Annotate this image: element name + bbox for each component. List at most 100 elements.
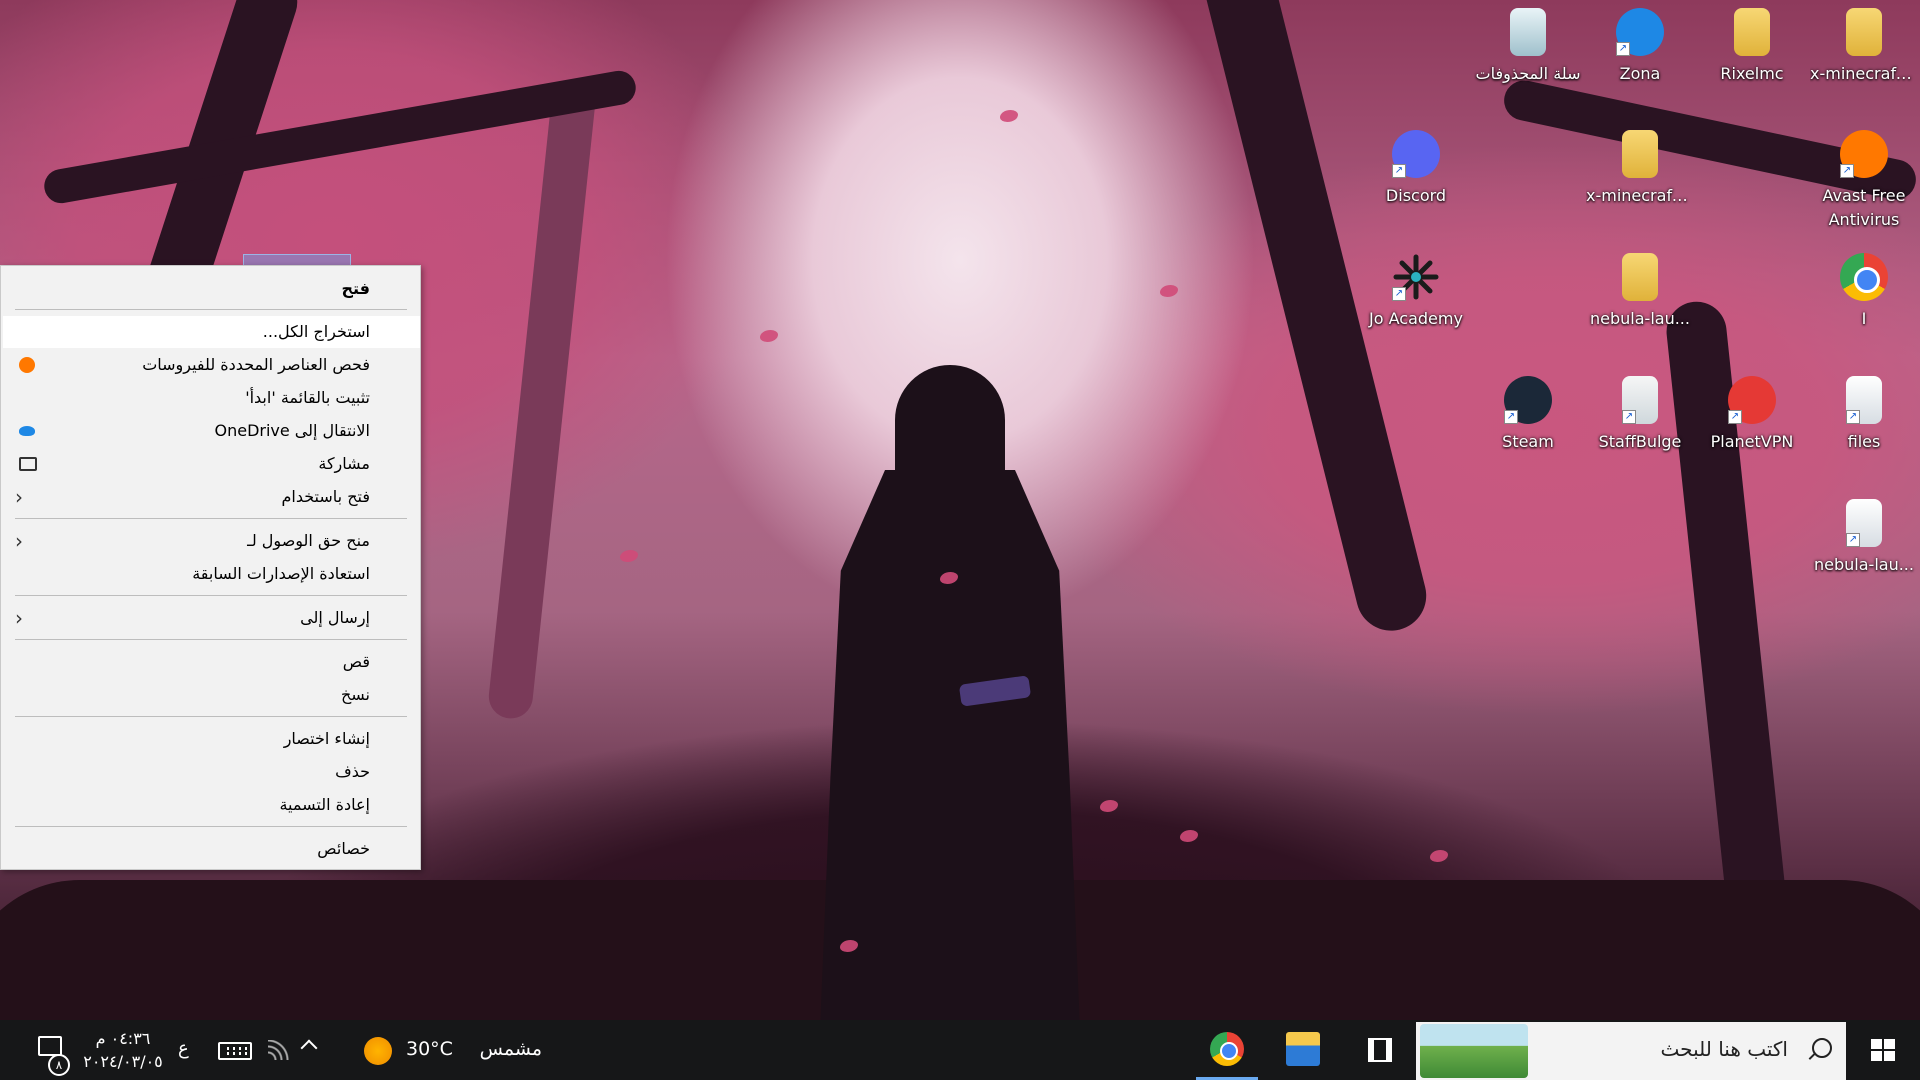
petal xyxy=(620,550,638,562)
action-center-button[interactable]: ٨ xyxy=(20,1020,80,1080)
chevron-left-icon: ‹ xyxy=(15,606,23,630)
menu-item-move-to-onedrive[interactable]: الانتقال إلى OneDrive xyxy=(3,415,420,447)
menu-item-send-to[interactable]: ‹ إرسال إلى xyxy=(3,602,420,634)
desktop-icon-zona[interactable]: ↗ Zona xyxy=(1586,8,1694,86)
menu-item-label: خصائص xyxy=(317,839,370,858)
start-button[interactable] xyxy=(1846,1020,1920,1080)
menu-item-delete[interactable]: حذف xyxy=(3,756,420,788)
menu-item-share[interactable]: مشاركة xyxy=(3,448,420,480)
menu-item-label: قص xyxy=(342,652,370,671)
desktop-icon-label: x-minecraft-... xyxy=(1810,64,1918,83)
clock-time: ٠٤:٣٦ م xyxy=(95,1029,151,1048)
menu-item-give-access[interactable]: ‹ منح حق الوصول لـ xyxy=(3,525,420,557)
desktop-icon-recycle-bin[interactable]: سلة المحذوفات xyxy=(1474,8,1582,86)
chevron-left-icon: ‹ xyxy=(15,529,23,553)
desktop-icon-label: PlanetVPN xyxy=(1710,432,1794,451)
desktop-icon-label: Discord xyxy=(1385,186,1447,205)
menu-item-scan-virus[interactable]: فحص العناصر المحددة للفيروسات xyxy=(3,349,420,381)
menu-item-create-shortcut[interactable]: إنشاء اختصار xyxy=(3,723,420,755)
desktop-icon-nebula-2[interactable]: ↗ nebula-lau... xyxy=(1810,499,1918,577)
file-icon: ↗ xyxy=(1846,499,1882,547)
weather-condition: مشمس xyxy=(479,1038,542,1060)
taskbar: اكتب هنا للبحث 30°C مشمس ع ٠٤:٣٦ م ٢٠٢٤/… xyxy=(0,1020,1920,1080)
menu-separator xyxy=(15,309,407,310)
search-icon xyxy=(1812,1038,1832,1058)
desktop-icon-x-minecraft-2[interactable]: x-minecraft-... xyxy=(1586,130,1694,208)
discord-icon: ↗ xyxy=(1392,130,1440,178)
menu-item-label: مشاركة xyxy=(318,454,370,473)
desktop-icon-label: Avast Free Antivirus xyxy=(1822,186,1906,229)
menu-item-rename[interactable]: إعادة التسمية xyxy=(3,789,420,821)
zona-icon: ↗ xyxy=(1616,8,1664,56)
zip-folder-icon xyxy=(1622,130,1658,178)
desktop-icon-avast[interactable]: ↗ Avast Free Antivirus xyxy=(1810,130,1918,232)
desktop-icon-discord[interactable]: ↗ Discord xyxy=(1362,130,1470,208)
taskbar-app-file-explorer[interactable] xyxy=(1272,1020,1334,1080)
desktop-icon-label: I xyxy=(1861,309,1867,328)
desktop-icon-label: nebula-lau... xyxy=(1814,555,1914,574)
desktop-icon-planetvpn[interactable]: ↗ PlanetVPN xyxy=(1698,376,1806,454)
menu-item-pin-to-start[interactable]: تثبيت بالقائمة 'ابدأ' xyxy=(3,382,420,414)
menu-item-label: استعادة الإصدارات السابقة xyxy=(192,564,370,583)
menu-item-properties[interactable]: خصائص xyxy=(3,833,420,865)
desktop-icon-x-minecraft-1[interactable]: x-minecraft-... xyxy=(1810,8,1918,86)
menu-item-cut[interactable]: قص xyxy=(3,646,420,678)
menu-item-extract-all[interactable]: استخراج الكل... xyxy=(3,316,420,348)
desktop-icon-label: سلة المحذوفات xyxy=(1475,64,1581,83)
file-explorer-icon xyxy=(1286,1032,1320,1066)
desktop-icon-rixelmc[interactable]: Rixelmc xyxy=(1698,8,1806,86)
petal xyxy=(760,330,778,342)
menu-item-label: منح حق الوصول لـ xyxy=(247,531,370,550)
menu-item-label: الانتقال إلى OneDrive xyxy=(214,421,370,440)
desktop-icon-staffbulge[interactable]: ↗ StaffBulge xyxy=(1586,376,1694,454)
notification-icon xyxy=(38,1036,62,1056)
menu-item-label: فتح xyxy=(341,279,370,298)
desktop-icon-label: Zona xyxy=(1619,64,1661,83)
menu-item-open-with[interactable]: ‹ فتح باستخدام xyxy=(3,481,420,513)
clock-date: ٢٠٢٤/٠٣/٠٥ xyxy=(83,1052,163,1071)
menu-item-restore-versions[interactable]: استعادة الإصدارات السابقة xyxy=(3,558,420,590)
menu-item-open[interactable]: فتح xyxy=(3,273,420,305)
menu-separator xyxy=(15,639,407,640)
menu-item-label: استخراج الكل... xyxy=(262,322,370,341)
menu-separator xyxy=(15,595,407,596)
desktop-icon-label: files xyxy=(1847,432,1881,451)
menu-item-copy[interactable]: نسخ xyxy=(3,679,420,711)
taskbar-app-chrome[interactable] xyxy=(1196,1020,1258,1080)
context-menu: فتح استخراج الكل... فحص العناصر المحددة … xyxy=(0,265,421,870)
desktop-icon-chrome-shortcut[interactable]: I xyxy=(1810,253,1918,331)
taskbar-search-box[interactable]: اكتب هنا للبحث xyxy=(1416,1022,1846,1080)
menu-separator xyxy=(15,518,407,519)
touch-keyboard-icon[interactable] xyxy=(218,1042,252,1060)
desktop-icon-label: Jo Academy xyxy=(1369,309,1463,328)
chevron-left-icon: ‹ xyxy=(15,485,23,509)
avast-icon xyxy=(19,357,35,373)
menu-item-label: حذف xyxy=(335,762,370,781)
ninja-figure-body xyxy=(820,470,1080,1020)
taskbar-clock[interactable]: ٠٤:٣٦ م ٢٠٢٤/٠٣/٠٥ xyxy=(78,1027,168,1073)
menu-separator xyxy=(15,716,407,717)
staffbulge-icon: ↗ xyxy=(1622,376,1658,424)
desktop-icon-label: Steam xyxy=(1502,432,1554,451)
menu-item-label: نسخ xyxy=(340,685,370,704)
weather-widget[interactable]: 30°C مشمس xyxy=(362,1020,542,1080)
menu-item-label: فحص العناصر المحددة للفيروسات xyxy=(142,355,370,374)
share-icon xyxy=(19,457,37,471)
input-language-indicator[interactable]: ع xyxy=(178,1038,189,1059)
desktop-icon-jo-academy[interactable]: ↗ Jo Academy xyxy=(1362,253,1470,331)
planetvpn-icon: ↗ xyxy=(1728,376,1776,424)
wifi-icon[interactable] xyxy=(268,1040,290,1060)
desktop-icon-nebula-1[interactable]: nebula-lau... xyxy=(1586,253,1694,331)
search-highlight-image xyxy=(1420,1024,1528,1078)
avast-icon: ↗ xyxy=(1840,130,1888,178)
show-hidden-icons-chevron-icon[interactable] xyxy=(300,1039,318,1057)
task-view-icon[interactable] xyxy=(1368,1038,1392,1062)
desktop-icon-steam[interactable]: ↗ Steam xyxy=(1474,376,1582,454)
steam-icon: ↗ xyxy=(1504,376,1552,424)
zip-folder-icon xyxy=(1622,253,1658,301)
menu-separator xyxy=(15,826,407,827)
desktop-icon-label: Rixelmc xyxy=(1720,64,1784,83)
recycle-bin-icon xyxy=(1510,8,1546,56)
desktop-icon-files[interactable]: ↗ files xyxy=(1810,376,1918,454)
petal xyxy=(1100,800,1118,812)
